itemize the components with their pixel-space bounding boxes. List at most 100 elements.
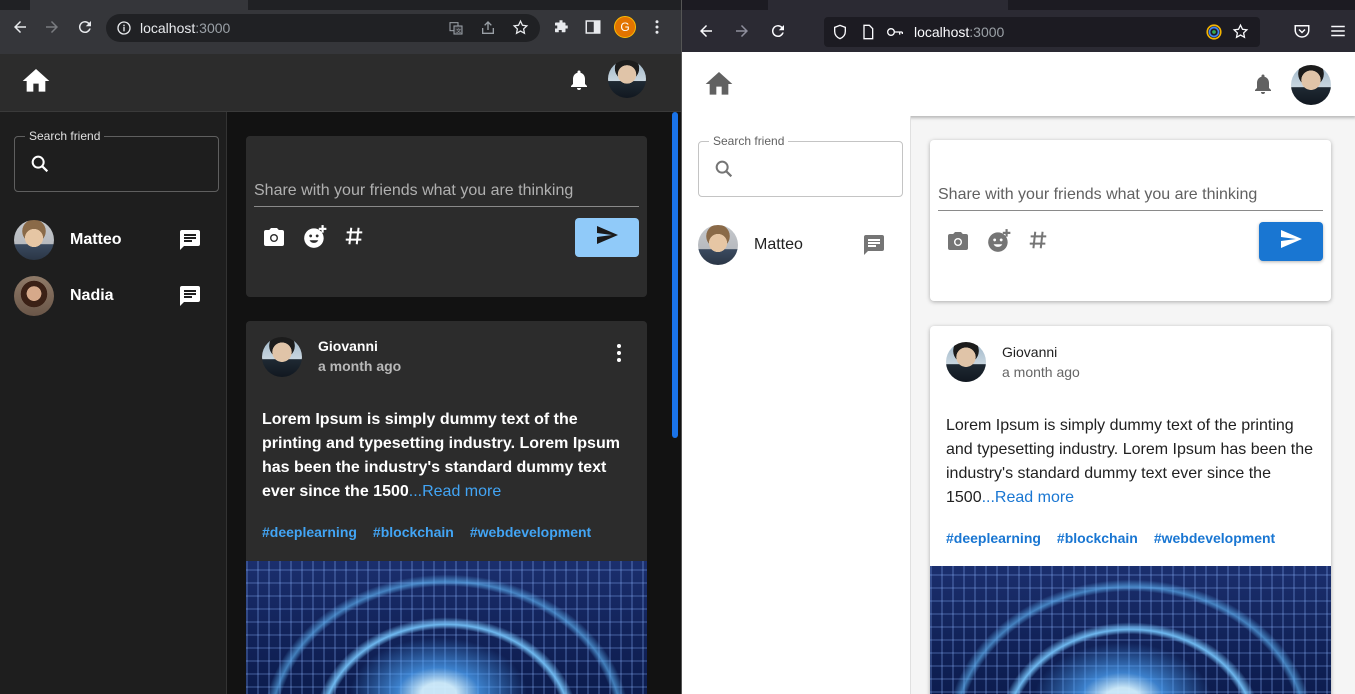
share-card: Share with your friends what you are thi… [246, 136, 647, 297]
page-icon [860, 24, 876, 45]
firefox-menu-icon[interactable] [1329, 22, 1347, 45]
friend-avatar-nadia[interactable] [14, 276, 54, 316]
tag-link[interactable]: #deeplearning [946, 530, 1041, 546]
camera-icon[interactable] [946, 229, 970, 258]
back-icon[interactable] [9, 16, 31, 38]
tag-link[interactable]: #deeplearning [262, 524, 357, 540]
home-icon[interactable] [20, 65, 52, 102]
post-author-avatar[interactable] [946, 342, 986, 382]
send-button[interactable] [575, 218, 639, 257]
chrome-menu-icon[interactable] [646, 16, 668, 38]
friends-sidebar: Search friend Matteo Nadia [0, 112, 227, 694]
key-icon[interactable] [886, 24, 904, 45]
side-panel-icon[interactable] [582, 16, 604, 38]
read-more-link[interactable]: ...Read more [982, 489, 1074, 506]
post-author[interactable]: Giovanni [1002, 344, 1057, 360]
tracking-shield-icon[interactable] [832, 24, 848, 45]
chrome-window: localhost:3000 文 G Search friend Matteo … [0, 0, 681, 694]
address-bar[interactable]: localhost:3000 [824, 17, 1260, 47]
firefox-window: localhost:3000 Search friend Matteo Shar… [681, 0, 1355, 694]
chat-icon[interactable] [178, 228, 202, 257]
friend-avatar-matteo[interactable] [14, 220, 54, 260]
back-icon[interactable] [697, 22, 715, 45]
share-input-underline [254, 206, 639, 207]
search-friend-label: Search friend [25, 129, 105, 143]
home-icon[interactable] [703, 68, 735, 105]
post-card: Giovanni a month ago Lorem Ipsum is simp… [930, 326, 1331, 694]
friend-name-matteo[interactable]: Matteo [70, 231, 122, 249]
hashtag-icon[interactable] [1027, 229, 1049, 256]
url-port: :3000 [195, 20, 231, 36]
post-image[interactable] [930, 566, 1331, 694]
search-icon [29, 153, 51, 180]
more-options-icon[interactable] [607, 341, 631, 370]
post-body: Lorem Ipsum is simply dummy text of the … [262, 408, 634, 504]
chat-icon[interactable] [178, 284, 202, 313]
search-icon [713, 158, 735, 185]
share-icon[interactable] [480, 20, 496, 41]
share-card: Share with your friends what you are thi… [930, 140, 1331, 301]
address-bar[interactable]: localhost:3000 文 [106, 14, 540, 42]
app-header [0, 54, 681, 112]
chrome-toolbar: localhost:3000 文 G [0, 0, 681, 54]
chat-icon[interactable] [862, 233, 886, 262]
notifications-icon[interactable] [567, 68, 591, 97]
address-url: localhost:3000 [914, 24, 1004, 40]
bookmark-star-icon[interactable] [1232, 23, 1249, 45]
reload-icon[interactable] [74, 16, 96, 38]
post-time: a month ago [318, 358, 402, 374]
search-friend-field[interactable]: Search friend [698, 134, 903, 197]
post-time: a month ago [1002, 364, 1080, 380]
tag-link[interactable]: #blockchain [373, 524, 454, 540]
chrome-active-tab[interactable] [30, 0, 248, 10]
extension-icon[interactable] [1205, 23, 1223, 46]
send-icon [1279, 227, 1303, 256]
post-body: Lorem Ipsum is simply dummy text of the … [946, 414, 1318, 510]
share-input[interactable]: Share with your friends what you are thi… [254, 182, 573, 200]
friend-name-matteo[interactable]: Matteo [754, 236, 803, 254]
firefox-tabstrip [682, 0, 1355, 10]
bookmark-star-icon[interactable] [512, 19, 529, 41]
forward-icon[interactable] [733, 22, 751, 45]
friend-avatar-matteo[interactable] [698, 225, 738, 265]
post-image[interactable] [246, 561, 647, 694]
post-tags: #deeplearning #blockchain #webdevelopment [262, 524, 607, 540]
search-friend-label: Search friend [709, 134, 789, 148]
camera-icon[interactable] [262, 225, 286, 254]
chrome-tabstrip [0, 0, 681, 10]
hashtag-icon[interactable] [343, 225, 365, 252]
post-author-avatar[interactable] [262, 337, 302, 377]
read-more-link[interactable]: ...Read more [409, 483, 501, 500]
screenshot-root: localhost:3000 文 G Search friend Matteo … [0, 0, 1355, 694]
post-card: Giovanni a month ago Lorem Ipsum is simp… [246, 321, 647, 694]
post-author[interactable]: Giovanni [318, 338, 378, 354]
pocket-icon[interactable] [1293, 22, 1311, 45]
firefox-active-tab[interactable] [768, 0, 1008, 10]
url-host: localhost [914, 24, 970, 40]
url-host: localhost [140, 20, 196, 36]
user-avatar[interactable] [608, 60, 646, 98]
tag-link[interactable]: #webdevelopment [1154, 530, 1275, 546]
friends-sidebar: Search friend Matteo [682, 116, 911, 694]
friend-name-nadia[interactable]: Nadia [70, 287, 114, 305]
share-input-underline [938, 210, 1323, 211]
send-icon [595, 223, 619, 252]
firefox-toolbar: localhost:3000 [682, 10, 1355, 52]
site-info-icon[interactable] [116, 20, 132, 41]
add-emoji-icon[interactable] [302, 224, 328, 255]
forward-icon[interactable] [41, 16, 63, 38]
send-button[interactable] [1259, 222, 1323, 261]
tag-link[interactable]: #webdevelopment [470, 524, 591, 540]
add-emoji-icon[interactable] [986, 228, 1012, 259]
scrollbar-thumb[interactable] [672, 112, 678, 438]
search-friend-field[interactable]: Search friend [14, 129, 219, 192]
user-avatar[interactable] [1291, 65, 1331, 105]
translate-icon[interactable]: 文 [448, 20, 464, 41]
notifications-icon[interactable] [1251, 72, 1275, 101]
app-header [682, 52, 1355, 116]
extensions-icon[interactable] [550, 16, 572, 38]
tag-link[interactable]: #blockchain [1057, 530, 1138, 546]
reload-icon[interactable] [769, 22, 787, 45]
profile-avatar[interactable]: G [614, 16, 636, 38]
share-input[interactable]: Share with your friends what you are thi… [938, 186, 1257, 204]
